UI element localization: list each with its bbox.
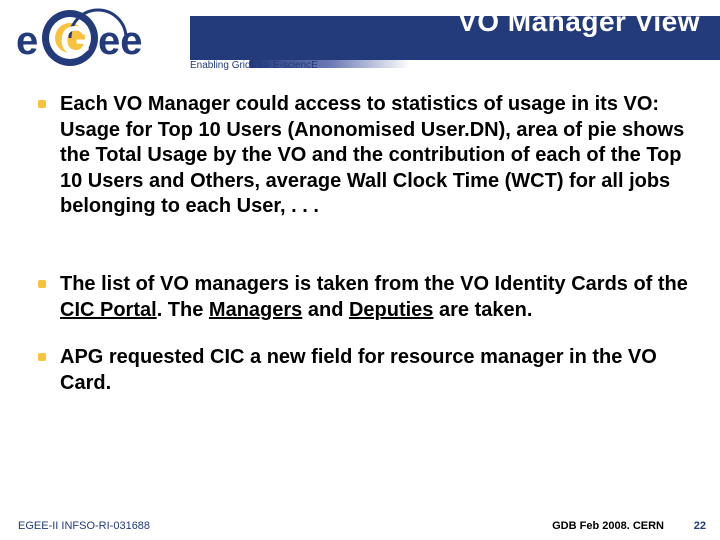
bullet-text: Each VO Manager could access to statisti… bbox=[60, 92, 690, 220]
page-number: 22 bbox=[694, 520, 706, 532]
footer: EGEE-II INFSO-RI-031688 GDB Feb 2008. CE… bbox=[0, 512, 720, 532]
body: Each VO Manager could access to statisti… bbox=[38, 92, 690, 418]
svg-text:e: e bbox=[16, 19, 38, 63]
bullet-text: The list of VO managers is taken from th… bbox=[60, 272, 690, 323]
bullet-icon bbox=[38, 353, 46, 361]
bullet-icon bbox=[38, 100, 46, 108]
logo-area: e G ee bbox=[0, 0, 190, 80]
bullet-item: Each VO Manager could access to statisti… bbox=[38, 92, 690, 220]
bullet-item: The list of VO managers is taken from th… bbox=[38, 272, 690, 323]
svg-text:G: G bbox=[60, 19, 91, 63]
footer-left: EGEE-II INFSO-RI-031688 bbox=[18, 520, 150, 532]
svg-text:ee: ee bbox=[98, 19, 143, 63]
footer-right: GDB Feb 2008. CERN bbox=[552, 520, 664, 532]
bullet-item: APG requested CIC a new field for resour… bbox=[38, 345, 690, 396]
bullet-text: APG requested CIC a new field for resour… bbox=[60, 345, 690, 396]
slide: VO Manager View e G ee Enabling Grids fo… bbox=[0, 0, 720, 540]
tagline: Enabling Grids for E-sciencE bbox=[190, 60, 318, 71]
bullet-icon bbox=[38, 280, 46, 288]
slide-title: VO Manager View bbox=[458, 6, 710, 38]
egee-logo: e G ee bbox=[12, 8, 182, 68]
header-inner: VO Manager View bbox=[176, 0, 710, 44]
